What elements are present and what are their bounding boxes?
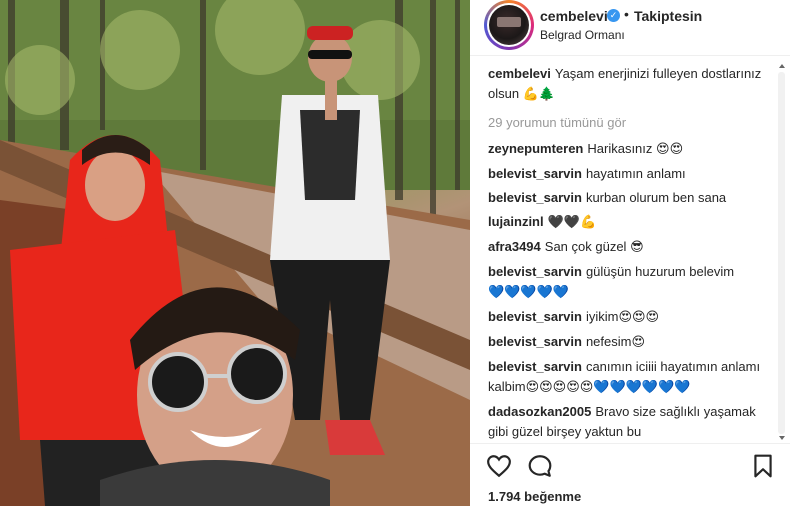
comment-username[interactable]: afra3494 bbox=[488, 239, 541, 254]
comment-username[interactable]: belevist_sarvin bbox=[488, 334, 582, 349]
comment-emojis: 😍 bbox=[631, 335, 646, 350]
comment-item: afra3494 San çok güzel 😎 bbox=[488, 237, 770, 258]
view-all-comments-link[interactable]: 29 yorumun tümünü gör bbox=[488, 113, 770, 133]
scroll-up-arrow-icon[interactable] bbox=[779, 64, 785, 68]
photo-illustration bbox=[0, 0, 470, 506]
header-separator: • bbox=[624, 6, 629, 22]
comment-emojis: 😎 bbox=[630, 240, 644, 255]
comment-text: hayatımın anlamı bbox=[585, 166, 686, 181]
post-header: cembelevi ✓ • Takiptesin Belgrad Ormanı bbox=[470, 0, 790, 56]
comments-list[interactable]: cembelevi Yaşam enerjinizi fulleyen dostl… bbox=[470, 64, 778, 442]
likes-count[interactable]: 1.794 beğenme bbox=[488, 489, 581, 504]
header-username[interactable]: cembelevi bbox=[540, 8, 608, 24]
comment-text: nefesim bbox=[585, 334, 632, 349]
bookmark-icon[interactable] bbox=[750, 453, 776, 479]
avatar-image bbox=[489, 5, 529, 45]
comment-emojis: 😍😍 bbox=[656, 142, 684, 157]
comment-text: kurban olurum ben sana bbox=[585, 190, 727, 205]
heart-icon[interactable] bbox=[486, 453, 512, 479]
comment-item: belevist_sarvin hayatımın anlamı bbox=[488, 164, 770, 184]
comment-emojis: 🖤🖤💪 bbox=[547, 215, 597, 230]
comment-username[interactable]: belevist_sarvin bbox=[488, 309, 582, 324]
comment-item: belevist_sarvin iyikim😍😍😍 bbox=[488, 307, 770, 328]
comment-text: iyikim bbox=[585, 309, 619, 324]
post-photo[interactable] bbox=[0, 0, 470, 506]
comment-icon[interactable] bbox=[527, 453, 553, 479]
comment-text: Harikasınız bbox=[587, 141, 653, 156]
comment-username[interactable]: lujainzinl bbox=[488, 214, 544, 229]
caption-username[interactable]: cembelevi bbox=[488, 66, 551, 81]
comment-text: San çok güzel bbox=[544, 239, 627, 254]
post-sidebar: cembelevi ✓ • Takiptesin Belgrad Ormanı … bbox=[470, 0, 790, 506]
comment-username[interactable]: belevist_sarvin bbox=[488, 359, 582, 374]
scroll-thumb[interactable] bbox=[778, 72, 785, 434]
comment-text: gülüşün huzurum belevim bbox=[585, 264, 735, 279]
avatar[interactable] bbox=[484, 0, 534, 50]
comment-username[interactable]: zeynepumteren bbox=[488, 141, 583, 156]
comment-emojis: 💙💙💙💙💙 bbox=[488, 285, 569, 300]
comment-emojis: 😍😍😍 bbox=[618, 310, 660, 325]
caption-emojis: 💪🌲 bbox=[522, 87, 556, 102]
comment-emojis: 😍😍😍😍😍💙💙💙💙💙💙 bbox=[525, 380, 691, 395]
location-link[interactable]: Belgrad Ormanı bbox=[540, 28, 625, 42]
caption: cembelevi Yaşam enerjinizi fulleyen dostl… bbox=[488, 64, 770, 105]
comment-item: zeynepumteren Harikasınız 😍😍 bbox=[488, 139, 770, 160]
comments-scrollbar[interactable] bbox=[777, 64, 786, 442]
comment-item: lujainzinl 🖤🖤💪 bbox=[488, 212, 770, 233]
comment-item: belevist_sarvin gülüşün huzurum belevim 💙💙… bbox=[488, 262, 770, 303]
verified-badge-icon: ✓ bbox=[607, 9, 620, 22]
comment-username[interactable]: dadasozkan2005 bbox=[488, 404, 591, 419]
comment-username[interactable]: belevist_sarvin bbox=[488, 190, 582, 205]
follow-status-button[interactable]: Takiptesin bbox=[634, 8, 702, 24]
scroll-down-arrow-icon[interactable] bbox=[779, 436, 785, 440]
post-actions: 1.794 beğenme bbox=[470, 443, 790, 506]
comment-item: belevist_sarvin nefesim😍 bbox=[488, 332, 770, 353]
comment-item: belevist_sarvin canımın iciiii hayatımın … bbox=[488, 357, 770, 398]
comment-username[interactable]: belevist_sarvin bbox=[488, 264, 582, 279]
comment-item: dadasozkan2005 Bravo size sağlıklı yaşama… bbox=[488, 402, 770, 442]
comment-username[interactable]: belevist_sarvin bbox=[488, 166, 582, 181]
comment-item: belevist_sarvin kurban olurum ben sana bbox=[488, 188, 770, 208]
